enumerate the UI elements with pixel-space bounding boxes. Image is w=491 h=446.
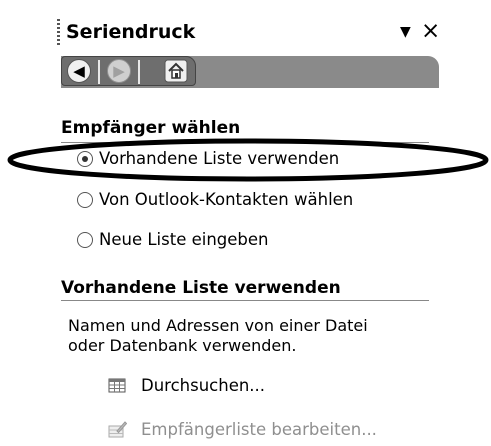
- radio-outlook-contacts[interactable]: Von Outlook-Kontakten wählen: [77, 190, 353, 209]
- radio-label: Vorhandene Liste verwenden: [99, 149, 340, 168]
- browse-label: Durchsuchen...: [141, 375, 266, 395]
- edit-recipient-list-label: Empfängerliste bearbeiten...: [141, 419, 377, 439]
- dropdown-arrow-icon[interactable]: ▼: [400, 22, 411, 42]
- radio-unselected-icon[interactable]: [77, 191, 93, 208]
- divider: [61, 300, 429, 301]
- drag-grip-icon[interactable]: [57, 19, 60, 45]
- back-icon[interactable]: ◀: [67, 59, 91, 83]
- toolbar-separator: [98, 60, 100, 84]
- radio-label: Von Outlook-Kontakten wählen: [99, 190, 354, 209]
- edit-list-icon: [108, 421, 127, 438]
- recipients-heading: Empfänger wählen: [61, 118, 241, 138]
- forward-icon[interactable]: ▶: [107, 59, 131, 83]
- radio-selected-icon[interactable]: [77, 150, 93, 167]
- pane-title: Seriendruck: [66, 21, 196, 43]
- radio-label: Neue Liste eingeben: [99, 230, 269, 249]
- close-icon[interactable]: ×: [421, 18, 440, 44]
- existing-list-description: Namen und Adressen von einer Datei oder …: [68, 316, 368, 355]
- home-icon[interactable]: [163, 58, 189, 84]
- table-icon: [108, 378, 126, 393]
- radio-new-list[interactable]: Neue Liste eingeben: [77, 230, 269, 249]
- toolbar-separator: [138, 60, 140, 84]
- edit-recipient-list-link[interactable]: Empfängerliste bearbeiten...: [107, 419, 377, 439]
- divider: [61, 142, 429, 143]
- radio-existing-list[interactable]: Vorhandene Liste verwenden: [77, 149, 339, 168]
- radio-unselected-icon[interactable]: [77, 231, 93, 248]
- existing-list-heading: Vorhandene Liste verwenden: [61, 278, 341, 298]
- browse-link[interactable]: Durchsuchen...: [107, 375, 265, 395]
